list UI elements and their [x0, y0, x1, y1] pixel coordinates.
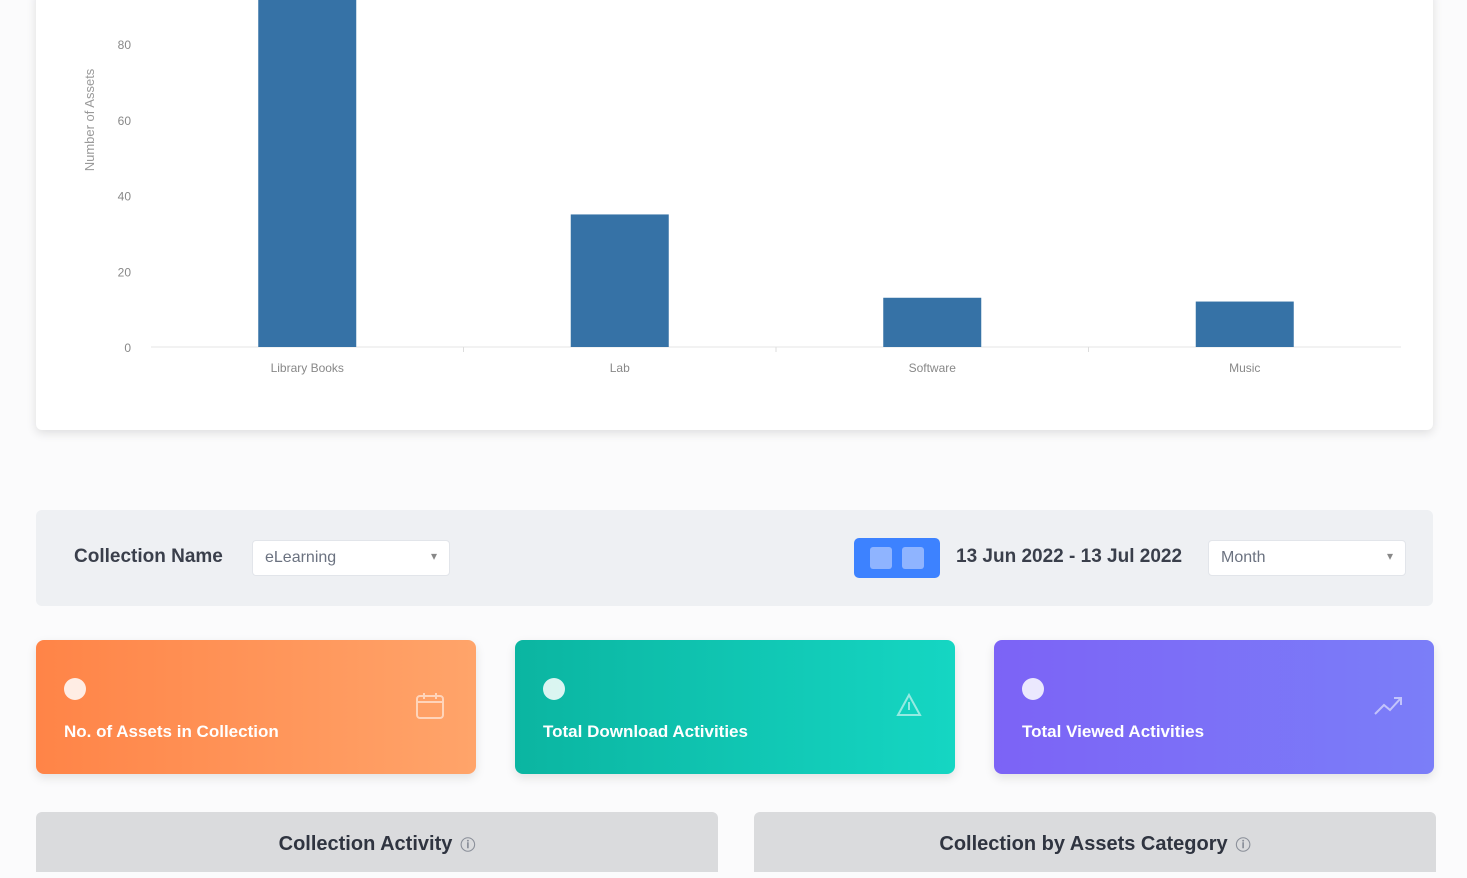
upload-icon — [896, 692, 922, 716]
info-icon[interactable]: ⓘ — [460, 837, 475, 854]
collection-category-header: Collection by Assets Category ⓘ — [754, 812, 1436, 872]
kpi-label: Total Download Activities — [543, 722, 748, 741]
x-tick-label: Library Books — [271, 361, 344, 375]
collection-activity-header: Collection Activity ⓘ — [36, 812, 718, 872]
collection-select-value: eLearning — [265, 549, 337, 566]
filter-bar: Collection Name eLearning ▾ 13 Jun 2022 … — [36, 510, 1433, 606]
bar — [1195, 301, 1294, 347]
y-tick-label: 40 — [118, 190, 132, 204]
assets-bar-chart: 0 20 40 60 80 Number of Assets Library Books La… — [82, 0, 1401, 375]
bar — [570, 214, 669, 347]
period-select-value: Month — [1221, 549, 1266, 566]
date-range-text: 13 Jun 2022 - 13 Jul 2022 — [956, 546, 1183, 567]
collection-select[interactable]: eLearning ▾ — [252, 540, 450, 576]
x-tick-label: Software — [909, 361, 957, 375]
bar — [883, 297, 982, 347]
kpi-label: Total Viewed Activities — [1022, 722, 1205, 741]
bar — [258, 0, 357, 347]
date-picker-button[interactable] — [854, 538, 940, 578]
kpi-value: 0 — [1022, 678, 1044, 700]
collection-name-label: Collection Name — [74, 546, 223, 567]
y-tick-label: 0 — [124, 341, 131, 355]
x-tick-label: Lab — [610, 361, 630, 375]
calendar-icon — [902, 547, 924, 569]
assets-chart-card: 0 20 40 60 80 Number of Assets Library Books La… — [36, 0, 1433, 430]
kpi-viewed-activities: 0 Total Viewed Activities — [994, 640, 1434, 774]
x-tick-label: Music — [1229, 361, 1260, 375]
kpi-value: 0 — [64, 678, 86, 700]
info-icon[interactable]: ⓘ — [1236, 837, 1251, 854]
period-select[interactable]: Month ▾ — [1208, 540, 1406, 576]
trend-icon — [1374, 697, 1402, 715]
kpi-label: No. of Assets in Collection — [64, 722, 279, 741]
calendar-icon — [870, 547, 892, 569]
kpi-value: 0 — [543, 678, 565, 700]
kpi-download-activities: 0 Total Download Activities — [515, 640, 955, 774]
y-axis-label: Number of Assets — [82, 68, 97, 171]
y-tick-label: 80 — [118, 38, 132, 52]
y-tick-label: 60 — [118, 114, 132, 128]
kpi-assets-in-collection: 0 No. of Assets in Collection — [36, 640, 476, 774]
y-tick-label: 20 — [118, 265, 132, 279]
chevron-down-icon: ▾ — [1386, 549, 1393, 563]
collection-activity-title: Collection Activity — [278, 833, 453, 855]
calendar-icon — [416, 693, 444, 719]
chevron-down-icon: ▾ — [430, 549, 437, 563]
collection-category-title: Collection by Assets Category — [939, 833, 1228, 855]
